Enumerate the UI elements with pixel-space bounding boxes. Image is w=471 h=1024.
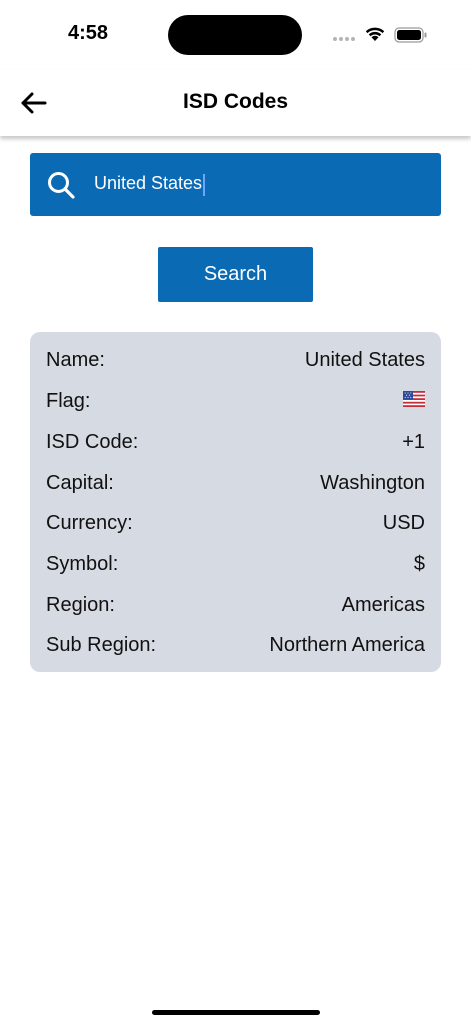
capital-value: Washington [320, 471, 425, 494]
flag-label: Flag: [46, 389, 91, 412]
search-button[interactable]: Search [158, 247, 313, 302]
result-row-flag: Flag: 🇺🇸 [46, 386, 425, 416]
text-caret [203, 173, 206, 196]
capital-label: Capital: [46, 471, 114, 494]
search-icon [48, 171, 75, 199]
flag-value: 🇺🇸 [403, 390, 425, 413]
result-row-capital: Capital: Washington [46, 468, 425, 498]
currency-value: USD [382, 511, 425, 534]
result-row-isd-code: ISD Code: +1 [46, 427, 425, 457]
wifi-icon [365, 27, 385, 41]
battery-icon [394, 27, 427, 43]
region-value: Americas [341, 593, 425, 616]
symbol-label: Symbol: [46, 552, 119, 575]
result-row-sub-region: Sub Region: Northern America [46, 630, 425, 660]
symbol-value: $ [413, 552, 425, 575]
isd-code-value: +1 [402, 430, 425, 453]
name-label: Name: [46, 348, 105, 371]
name-value: United States [304, 348, 425, 371]
status-bar: 4:58 [0, 0, 471, 70]
result-row-symbol: Symbol: $ [46, 549, 425, 579]
us-flag-icon [403, 390, 425, 407]
isd-code-label: ISD Code: [46, 430, 139, 453]
dynamic-island [168, 15, 302, 55]
home-indicator[interactable] [152, 1010, 320, 1015]
status-time: 4:58 [68, 22, 109, 44]
country-result-card: Name: United States Flag: 🇺🇸 [30, 332, 441, 672]
result-row-region: Region: Americas [46, 590, 425, 620]
search-field[interactable]: United States [30, 153, 441, 216]
sub-region-value: Northern America [269, 633, 425, 656]
region-label: Region: [46, 593, 115, 616]
sub-region-label: Sub Region: [46, 633, 157, 656]
result-row-currency: Currency: USD [46, 508, 425, 538]
search-input[interactable]: United States [94, 173, 206, 196]
result-row-name: Name: United States [46, 345, 425, 375]
cellular-signal-icon [333, 37, 355, 41]
currency-label: Currency: [46, 511, 133, 534]
nav-header: ISD Codes [0, 70, 471, 136]
search-input-value: United States [94, 173, 203, 194]
page-title: ISD Codes [182, 90, 289, 113]
